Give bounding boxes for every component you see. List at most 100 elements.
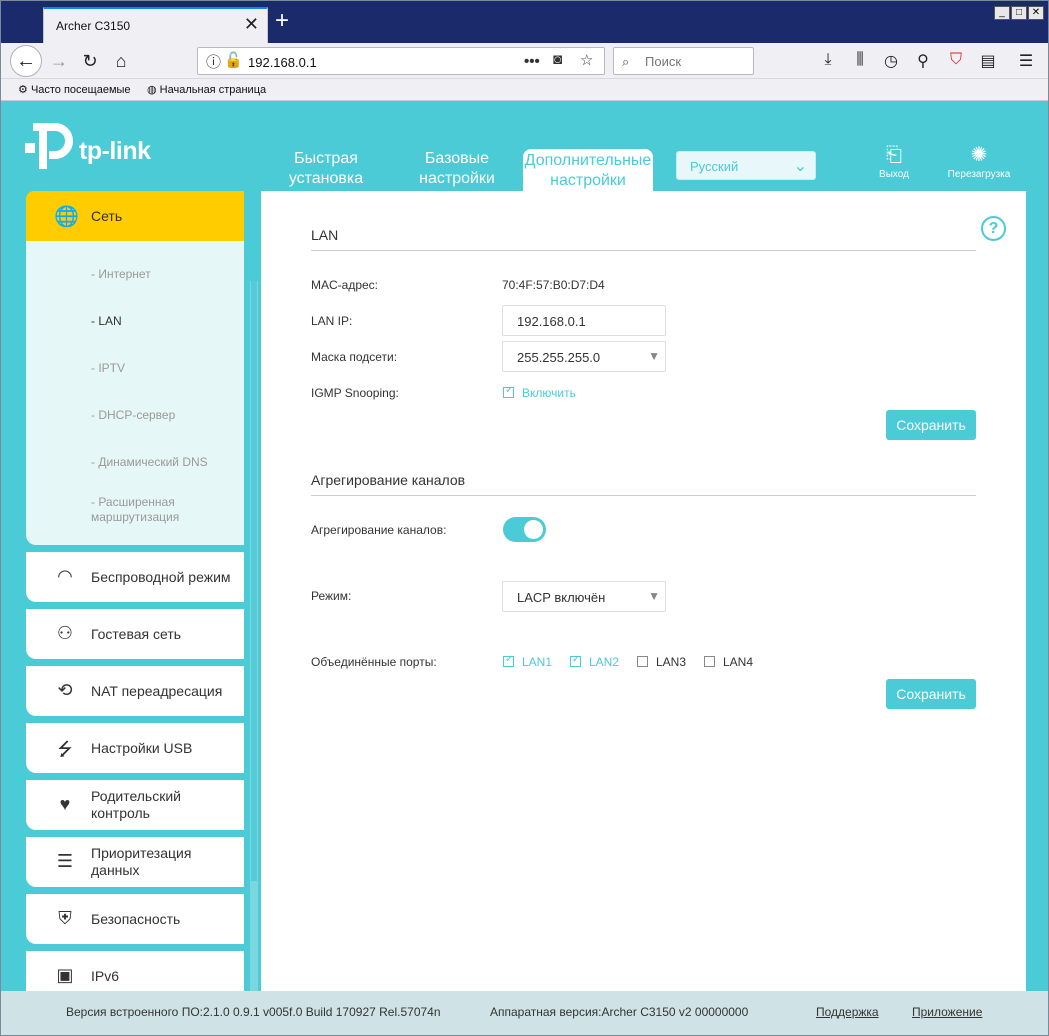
globe-icon: 🌐 [54, 206, 79, 228]
support-link[interactable]: Поддержка [816, 1005, 879, 1019]
igmp-check-label[interactable]: Включить [522, 386, 576, 400]
bookmark-label: Начальная страница [159, 84, 267, 96]
igmp-checkbox[interactable] [503, 385, 514, 398]
lan-ip-input[interactable]: 192.168.0.1 [502, 305, 666, 336]
sidebar-item-label: Безопасность [91, 911, 181, 927]
submenu-routing[interactable]: - Расширенная маршрутизация [91, 495, 211, 525]
submenu-ddns[interactable]: - Динамический DNS [91, 455, 208, 470]
sidebar-item-wireless[interactable]: ◠ Беспроводной режим [26, 552, 244, 602]
mac-value: 70:4F:57:B0:D7:D4 [502, 278, 605, 292]
submenu-internet[interactable]: - Интернет [91, 267, 151, 282]
submenu-lan[interactable]: - LAN [91, 314, 122, 329]
page-actions-icon[interactable]: ••• [524, 53, 540, 70]
sidebar-item-usb[interactable]: ⭍ Настройки USB [26, 723, 244, 773]
brand-name: tp-link [79, 137, 151, 165]
reboot-icon: ✺ [970, 144, 988, 166]
subnet-mask-select[interactable]: 255.255.255.0 ▼ [502, 341, 666, 372]
sidebar-item-guest[interactable]: ⚇ Гостевая сеть [26, 609, 244, 659]
minimize-button[interactable]: _ [994, 6, 1010, 20]
port-lan1-label[interactable]: LAN1 [522, 655, 552, 669]
pocket-icon[interactable]: ◙ [553, 51, 562, 68]
tplink-logo-icon [25, 123, 73, 169]
url-bar[interactable]: ⓘ 🔓 192.168.0.1 ••• ◙ ☆ [197, 47, 605, 75]
qos-icon: ☰ [56, 851, 74, 871]
chevron-down-icon: ⌄ [793, 158, 807, 175]
adblock-shield-icon[interactable]: ⛉ [946, 51, 966, 69]
library-icon[interactable]: ⫼ [850, 51, 870, 69]
mode-select[interactable]: LACP включён ▼ [502, 581, 666, 612]
language-value: Русский [690, 159, 739, 174]
bookmark-most-visited[interactable]: ⚙ Часто посещаемые [18, 83, 131, 96]
help-icon[interactable]: ? [981, 216, 1006, 241]
hardware-version: Аппаратная версия:Archer C3150 v2 000000… [490, 1005, 749, 1019]
reload-icon[interactable]: ↻ [76, 48, 104, 74]
forward-arrow-icon[interactable]: → [45, 48, 73, 74]
tab-basic[interactable]: Базовые настройки [411, 149, 503, 189]
bookmarks-bar: ⚙ Часто посещаемые ◍ Начальная страница [1, 79, 1048, 101]
lan-ip-label: LAN IP: [311, 314, 353, 328]
info-icon[interactable]: ⓘ [206, 51, 221, 72]
usb-icon: ⭍ [57, 739, 73, 759]
sidebar-item-parental[interactable]: ♥ Родительский контроль [26, 780, 244, 830]
save-aggregation-button[interactable]: Сохранить [886, 679, 976, 709]
port-lan2-checkbox[interactable] [570, 654, 581, 667]
mode-value: LACP включён [517, 590, 606, 605]
divider [311, 495, 976, 496]
tab-bar: Archer C3150 ✕ + _ □ ✕ [1, 1, 1048, 43]
tplink-logo[interactable]: tp-link [25, 123, 165, 173]
downloads-icon[interactable]: ⤓ [818, 51, 838, 69]
aggregation-toggle[interactable] [503, 517, 546, 542]
logout-button[interactable]: ⎗ Выход [859, 143, 929, 180]
new-tab-icon[interactable]: + [275, 9, 289, 33]
app-link[interactable]: Приложение [912, 1005, 982, 1019]
sidebar-item-security[interactable]: ⛨ Безопасность [26, 894, 244, 944]
submenu-dhcp[interactable]: - DHCP-сервер [91, 408, 175, 423]
sidebar-item-qos[interactable]: ☰ Приоритезация данных [26, 837, 244, 887]
search-input[interactable]: ⌕ Поиск [613, 47, 754, 75]
nat-icon: ⟲ [57, 680, 73, 700]
tab-advanced[interactable]: Дополнительные настройки [523, 149, 653, 191]
main-content: LAN ? MAC-адрес: 70:4F:57:B0:D7:D4 LAN I… [261, 191, 1026, 991]
sidebar-scrollbar[interactable] [250, 281, 258, 991]
tab-quick-setup[interactable]: Быстрая установка [283, 149, 369, 189]
dropdown-arrow-icon: ▼ [648, 349, 660, 363]
maximize-button[interactable]: □ [1011, 6, 1027, 20]
subnet-mask-value: 255.255.255.0 [517, 350, 601, 365]
network-submenu: - Интернет - LAN - IPTV - DHCP-сервер - … [26, 241, 244, 545]
close-window-button[interactable]: ✕ [1028, 6, 1044, 20]
tab-label: Базовые настройки [419, 150, 495, 187]
aggregation-heading: Агрегирование каналов [311, 472, 466, 488]
sidebar-item-network[interactable]: 🌐 Сеть [26, 191, 244, 241]
bookmark-star-icon[interactable]: ☆ [580, 51, 593, 69]
port-lan3-label[interactable]: LAN3 [656, 655, 686, 669]
sidebar-item-label: Гостевая сеть [91, 626, 182, 642]
port-lan2-label[interactable]: LAN2 [589, 655, 619, 669]
port-lan1-checkbox[interactable] [503, 654, 514, 667]
sidebar-item-label: Приоритезация данных [91, 845, 192, 878]
submenu-iptv[interactable]: - IPTV [91, 361, 125, 376]
port-lan4-label[interactable]: LAN4 [723, 655, 753, 669]
language-select[interactable]: Русский ⌄ [676, 151, 816, 180]
port-lan3-checkbox[interactable] [637, 656, 648, 667]
tab-close-icon[interactable]: ✕ [244, 14, 259, 35]
nav-toolbar: ← → ↻ ⌂ ⓘ 🔓 192.168.0.1 ••• ◙ ☆ ⌕ Поиск … [1, 43, 1048, 79]
port-lan4-checkbox[interactable] [704, 656, 715, 667]
home-icon[interactable]: ⌂ [107, 48, 135, 74]
reboot-button[interactable]: ✺ Перезагрузка [944, 143, 1014, 180]
shield-icon: ⛨ [58, 908, 72, 928]
back-arrow-icon[interactable]: ← [10, 45, 42, 77]
menu-icon[interactable]: ☰ [1016, 51, 1036, 71]
tab-title: Archer C3150 [56, 19, 131, 33]
reader-icon[interactable]: ▤ [978, 51, 998, 71]
save-lan-button[interactable]: Сохранить [886, 410, 976, 440]
zoom-icon[interactable]: ⚲ [913, 51, 933, 71]
sidebar-item-nat[interactable]: ⟲ NAT переадресация [26, 666, 244, 716]
sidebar-item-label: Сеть [91, 208, 123, 224]
browser-tab[interactable]: Archer C3150 ✕ [43, 7, 268, 43]
bookmark-start-page[interactable]: ◍ Начальная страница [147, 83, 266, 96]
insecure-lock-icon[interactable]: 🔓 [224, 51, 243, 69]
bookmark-label: Часто посещаемые [30, 84, 131, 96]
history-icon[interactable]: ◷ [881, 51, 901, 71]
igmp-label: IGMP Snooping: [311, 386, 399, 400]
search-icon: ⌕ [622, 54, 630, 69]
